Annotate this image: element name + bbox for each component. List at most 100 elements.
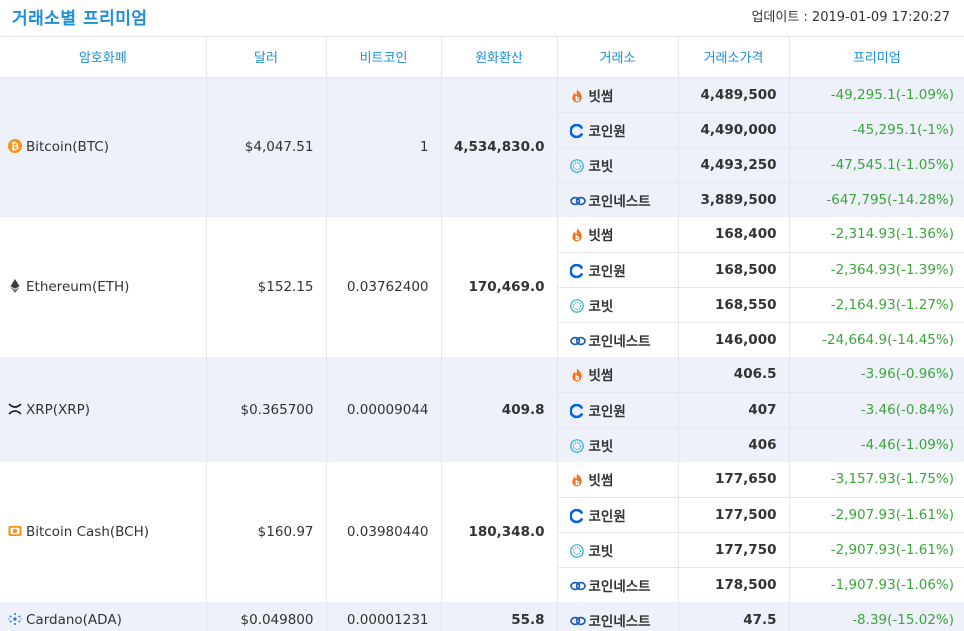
coin-name: Bitcoin Cash(BCH) [26, 524, 150, 540]
coinone-icon [568, 263, 584, 278]
exchange-cell[interactable]: 코인네스트 [557, 602, 679, 631]
svg-text:₿: ₿ [11, 141, 19, 153]
exchange-name: 빗썸 [588, 473, 614, 490]
premium-cell: -49,295.1(-1.09%) [789, 77, 964, 112]
table-row[interactable]: ₿ Bitcoin(BTC) $4,047.51 1 4,534,830.0 빗썸 4,48… [0, 77, 964, 217]
korbit-icon [569, 438, 584, 453]
btc-price-cell: 0.03980440 [326, 462, 442, 602]
exchange-cell[interactable]: 빗썸 [557, 462, 679, 497]
exchange-price-cell: 168,500 [678, 251, 790, 287]
exchange-name: 코인네스트 [588, 578, 651, 595]
coinnest-icon [569, 334, 586, 348]
xrp-icon [8, 402, 22, 416]
column-header-krw[interactable]: 원화환산 [441, 37, 558, 78]
premium-cell: -2,907.93(-1.61%) [789, 496, 964, 532]
exchange-name: 빗썸 [588, 228, 614, 245]
exchange-cell[interactable]: 코인원 [557, 251, 679, 287]
bithumb-icon [570, 473, 584, 487]
column-header-exchange[interactable]: 거래소 [557, 37, 679, 78]
btc-price-cell: 1 [326, 77, 442, 217]
coin-group: ₿ Bitcoin(BTC) $4,047.51 1 4,534,830.0 빗썸 4,48… [0, 77, 964, 217]
cardano-icon [8, 612, 22, 626]
bithumb-icon [570, 228, 584, 242]
coin-name: Bitcoin(BTC) [26, 139, 109, 156]
exchange-cell[interactable]: 코인네스트 [557, 321, 679, 357]
column-header-coin[interactable]: 암호화폐 [0, 37, 207, 78]
exchange-cell[interactable]: 코빗 [557, 286, 679, 322]
table-row[interactable]: Bitcoin Cash(BCH) $160.97 0.03980440 180,34… [0, 462, 964, 602]
update-timestamp: 업데이트 : 2019-01-09 17:20:27 [751, 10, 950, 25]
table-row[interactable]: XRP(XRP) $0.365700 0.00009044 409.8 빗썸 406.5-… [0, 357, 964, 462]
btc-price-cell: 0.00009044 [326, 357, 442, 462]
coin-group: Ethereum(ETH) $152.15 0.03762400 170,469.0 빗… [0, 217, 964, 357]
coin-name: Cardano(ADA) [26, 611, 122, 628]
exchange-name: 코인원 [588, 403, 626, 420]
premium-cell: -2,314.93(-1.36%) [789, 217, 964, 252]
exchange-cell[interactable]: 빗썸 [557, 357, 679, 392]
exchange-price-cell: 168,550 [678, 286, 790, 322]
btc-price-cell: 0.03762400 [326, 217, 442, 357]
premium-cell: -2,907.93(-1.61%) [789, 531, 964, 567]
exchange-price-cell: 178,500 [678, 566, 790, 602]
coinone-icon [568, 508, 584, 523]
krw-price-cell: 55.8 [441, 602, 558, 631]
exchange-cell[interactable]: 코빗 [557, 531, 679, 567]
bithumb-icon [570, 89, 584, 103]
usd-price-cell: $0.049800 [206, 602, 327, 631]
exchange-cell[interactable]: 코인원 [557, 111, 679, 147]
premium-cell: -3.46(-0.84%) [789, 391, 964, 427]
exchange-price-cell: 168,400 [678, 217, 790, 252]
coin-name: Ethereum(ETH) [26, 279, 130, 295]
coinnest-icon [569, 579, 586, 593]
table-row[interactable]: Cardano(ADA) $0.049800 0.00001231 55.8 코인네스트… [0, 602, 964, 631]
coin-name-cell[interactable]: ₿ Bitcoin(BTC) [0, 77, 207, 217]
btc-price-cell: 0.00001231 [326, 602, 442, 631]
coin-group: Cardano(ADA) $0.049800 0.00001231 55.8 코인네스트… [0, 602, 964, 631]
korbit-icon [569, 158, 584, 173]
premium-cell: -647,795(-14.28%) [789, 181, 964, 217]
premium-cell: -2,364.93(-1.39%) [789, 251, 964, 287]
column-header-btc[interactable]: 비트코인 [326, 37, 442, 78]
column-header-exchange-price[interactable]: 거래소가격 [678, 37, 790, 78]
exchange-price-cell: 47.5 [678, 602, 790, 631]
usd-price-cell: $0.365700 [206, 357, 327, 462]
usd-price-cell: $4,047.51 [206, 77, 327, 217]
table-row[interactable]: Ethereum(ETH) $152.15 0.03762400 170,469.0 빗… [0, 217, 964, 357]
exchange-name: 코인네스트 [588, 193, 651, 210]
page-header: 거래소별 프리미엄 업데이트 : 2019-01-09 17:20:27 [0, 0, 964, 37]
coin-group: XRP(XRP) $0.365700 0.00009044 409.8 빗썸 406.5-… [0, 357, 964, 462]
ethereum-icon [8, 279, 22, 293]
exchange-cell[interactable]: 코빗 [557, 146, 679, 182]
table-header-row: 암호화폐 달러 비트코인 원화환산 거래소 거래소가격 프리미엄 [0, 37, 964, 78]
column-header-premium[interactable]: 프리미엄 [789, 37, 964, 78]
coin-name-cell[interactable]: XRP(XRP) [0, 357, 207, 462]
exchange-cell[interactable]: 코빗 [557, 426, 679, 462]
exchange-cell[interactable]: 코인원 [557, 496, 679, 532]
exchange-price-cell: 4,489,500 [678, 77, 790, 112]
exchange-cell[interactable]: 코인원 [557, 391, 679, 427]
coinnest-icon [569, 614, 586, 628]
bithumb-icon [570, 368, 584, 382]
exchange-cell[interactable]: 빗썸 [557, 217, 679, 252]
coin-name-cell[interactable]: Ethereum(ETH) [0, 217, 207, 357]
exchange-price-cell: 3,889,500 [678, 181, 790, 217]
bitcoin-icon: ₿ [8, 139, 22, 154]
premium-cell: -3.96(-0.96%) [789, 357, 964, 392]
exchange-price-cell: 406.5 [678, 357, 790, 392]
premium-cell: -1,907.93(-1.06%) [789, 566, 964, 602]
krw-price-cell: 4,534,830.0 [441, 77, 558, 217]
premium-cell: -8.39(-15.02%) [789, 602, 964, 631]
exchange-name: 빗썸 [588, 368, 614, 385]
exchange-price-cell: 4,490,000 [678, 111, 790, 147]
exchange-cell[interactable]: 코인네스트 [557, 566, 679, 602]
exchange-name: 코빗 [588, 543, 614, 560]
premium-cell: -4.46(-1.09%) [789, 426, 964, 462]
exchange-name: 코인원 [588, 508, 626, 525]
coin-name-cell[interactable]: Bitcoin Cash(BCH) [0, 462, 207, 602]
exchange-cell[interactable]: 코인네스트 [557, 181, 679, 217]
exchange-cell[interactable]: 빗썸 [557, 77, 679, 112]
coin-name-cell[interactable]: Cardano(ADA) [0, 602, 207, 631]
exchange-price-cell: 177,750 [678, 531, 790, 567]
exchange-name: 빗썸 [588, 88, 614, 105]
column-header-usd[interactable]: 달러 [206, 37, 327, 78]
